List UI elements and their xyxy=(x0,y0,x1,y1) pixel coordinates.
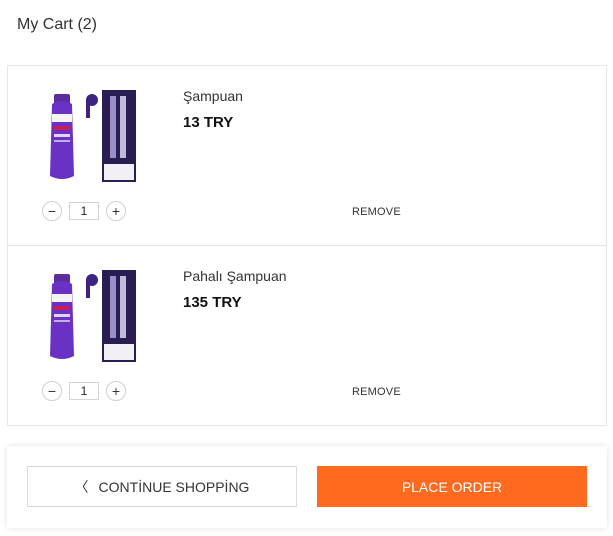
product-name[interactable]: Pahalı Şampuan xyxy=(183,268,287,284)
cart-footer: 〈 CONTİNUE SHOPPİNG PLACE ORDER xyxy=(7,446,607,528)
cart-item: Pahalı Şampuan 135 TRY − + REMOVE xyxy=(8,246,606,426)
product-price: 13 TRY xyxy=(183,114,234,131)
chevron-left-icon: 〈 xyxy=(74,478,89,495)
continue-shopping-label: CONTİNUE SHOPPİNG xyxy=(98,478,250,495)
place-order-button[interactable]: PLACE ORDER xyxy=(317,466,587,507)
quantity-input[interactable] xyxy=(69,382,99,400)
shampoo-bottle-icon xyxy=(50,270,136,362)
page-title: My Cart (2) xyxy=(17,16,97,33)
shampoo-bottle-icon xyxy=(50,90,136,182)
cart-item: Şampuan 13 TRY − + REMOVE xyxy=(8,66,606,246)
product-image[interactable] xyxy=(40,86,140,186)
decrement-button[interactable]: − xyxy=(42,201,62,221)
continue-shopping-button[interactable]: 〈 CONTİNUE SHOPPİNG xyxy=(27,466,297,507)
increment-button[interactable]: + xyxy=(106,381,126,401)
cart-item-list: Şampuan 13 TRY − + REMOVE xyxy=(7,65,607,426)
increment-button[interactable]: + xyxy=(106,201,126,221)
quantity-input[interactable] xyxy=(69,202,99,220)
product-image[interactable] xyxy=(40,266,140,366)
quantity-stepper: − + xyxy=(42,380,126,402)
decrement-button[interactable]: − xyxy=(42,381,62,401)
quantity-stepper: − + xyxy=(42,200,126,222)
cart-page: My Cart (2) Şampuan 13 TRY − 1 + REMOVE … xyxy=(0,0,613,536)
remove-button[interactable]: REMOVE xyxy=(352,206,401,218)
remove-button[interactable]: REMOVE xyxy=(352,386,401,398)
place-order-label: PLACE ORDER xyxy=(401,478,503,495)
product-name[interactable]: Şampuan xyxy=(183,88,243,104)
product-price: 135 TRY xyxy=(183,294,242,311)
